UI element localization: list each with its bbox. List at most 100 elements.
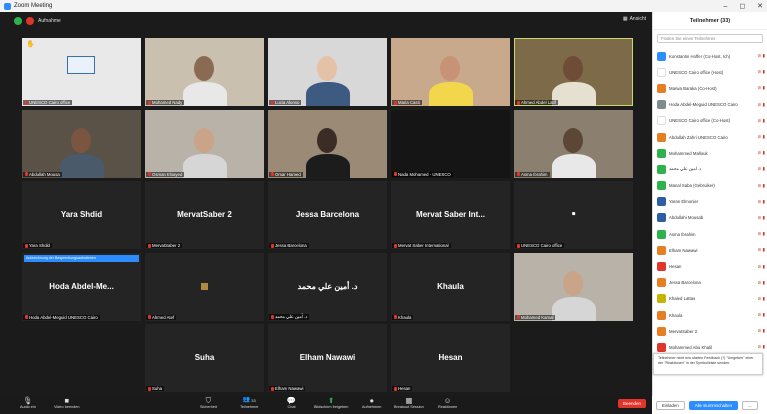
name-tile[interactable]: ■ UNESCO Cairo office (514, 181, 633, 249)
participant-row[interactable]: Konstantin Hoffer (Co-Host, Ich) ⊘ ▮ (653, 48, 767, 64)
participant-row[interactable]: Hoda Abdel-Meguid UNESCO Cairo ⊘ ▮ (653, 97, 767, 113)
video-button[interactable]: ■ Video beenden (54, 396, 79, 409)
chat-button[interactable]: 💬 Chat (287, 396, 296, 409)
video-tile[interactable]: Asma Ibrahim (514, 109, 633, 178)
recording-icon (26, 17, 34, 25)
muted-camera-icon: ⊘ ▮ (757, 279, 766, 285)
reactions-button[interactable]: ☺ Reaktionen (438, 396, 457, 409)
audio-button[interactable]: 🎙 Audio ein (20, 396, 36, 409)
participant-avatar (657, 132, 666, 142)
muted-mic-icon (517, 100, 520, 105)
video-tile[interactable]: Mohamed Nady (145, 38, 264, 106)
participants-icon: 👥 33 (242, 397, 256, 403)
video-tile[interactable]: ✋ UNESCO Cairo office (22, 38, 141, 106)
muted-mic-icon (148, 243, 151, 248)
video-tile[interactable]: Abdullah Mousa (22, 109, 141, 178)
minimize-button[interactable]: – (723, 3, 727, 10)
muted-mic-icon (517, 172, 520, 176)
participant-avatar (657, 213, 666, 223)
participant-row[interactable]: Manal Saba (Gebruiker) ⊘ ▮ (653, 178, 767, 194)
participant-display-name: Mervat Saber Int... (416, 210, 485, 220)
maximize-button[interactable]: ◻ (739, 2, 745, 10)
breakout-rooms-icon: ▦ (405, 396, 413, 405)
share-screen-button[interactable]: ⬆ Bildschirm freigeben (314, 396, 348, 409)
grid-view-icon: ▦ (622, 16, 628, 22)
view-toggle-button[interactable]: ▦ Ansicht (623, 16, 646, 22)
meeting-status-bar: Aufnahme (0, 12, 652, 30)
participant-search-input[interactable]: Finden Sie einen Teilnehmer (657, 34, 763, 43)
participants-panel-footer: Einladen Alle stummschalten ... (652, 396, 767, 414)
name-tile[interactable]: Ahmed Atef (145, 252, 264, 321)
video-tile[interactable]: Lucia Alonso (268, 38, 387, 106)
participant-row[interactable]: MervatSaber 2 ⊘ ▮ (653, 323, 767, 339)
security-shield-icon[interactable] (14, 17, 22, 25)
participant-avatar (657, 181, 666, 191)
participant-name: Hoda Abdel-Meguid UNESCO Cairo (29, 314, 98, 320)
participant-row-name: د. أمين علي محمد (669, 166, 702, 172)
participant-name: Mervat Saber International (398, 243, 449, 248)
muted-mic-icon (394, 315, 397, 319)
participant-avatar (657, 116, 666, 126)
name-tile[interactable]: Mervat Saber Int... Mervat Saber Internat… (391, 181, 510, 249)
muted-camera-icon: ⊘ ▮ (757, 328, 766, 334)
record-button[interactable]: ● Aufnehmen (362, 396, 381, 409)
muted-mic-icon (271, 172, 274, 176)
name-tile[interactable]: Suha Suha (145, 324, 264, 392)
close-button[interactable]: ✕ (757, 2, 763, 10)
mute-all-button[interactable]: Alle stummschalten (688, 400, 738, 410)
participant-row[interactable]: Marwa Baraka (Co-Host) ⊘ ▮ (653, 80, 767, 96)
name-tile[interactable]: Yara Shdid Yara Shdid (22, 181, 141, 249)
participant-row-name: Marwa Baraka (Co-Host) (669, 85, 717, 91)
participant-row[interactable]: Elham Nawawi ⊘ ▮ (653, 242, 767, 258)
participant-row[interactable]: Khaled Lattas ⊘ ▮ (653, 291, 767, 307)
name-tile[interactable]: Hesan Hesan (391, 324, 510, 392)
participant-display-name: د. أمين علي محمد (297, 281, 358, 291)
end-meeting-button[interactable]: Beenden (617, 399, 646, 408)
participant-avatar (657, 262, 666, 272)
zoom-logo-icon (4, 2, 11, 10)
participant-name: MervatSaber 2 (152, 243, 181, 248)
security-button[interactable]: ⛉ Sicherheit (200, 396, 217, 409)
name-tile[interactable]: Jessa Barcelona Jessa Barcelona (268, 181, 387, 249)
video-label: Video beenden (54, 405, 80, 409)
muted-mic-icon (25, 172, 28, 176)
participant-row[interactable]: UNESCO Cairo office (Host) ⊘ ▮ (653, 64, 767, 80)
participant-name-label: Yara Shdid (23, 243, 52, 248)
name-tile[interactable]: Hoda Abdel-Me... Aufzeichnung der Besprec… (22, 252, 141, 321)
muted-camera-icon: ⊘ ▮ (757, 134, 766, 140)
muted-mic-icon (517, 315, 520, 319)
video-tile[interactable]: Nada Mohamed - UNESCO (391, 109, 510, 178)
participant-row[interactable]: Jessa Barcelona ⊘ ▮ (653, 275, 767, 291)
participants-button[interactable]: 👥 33 Teilnehmer (240, 396, 259, 409)
muted-camera-icon: ⊘ ▮ (757, 117, 766, 123)
name-tile[interactable]: MervatSaber 2 MervatSaber 2 (145, 181, 264, 249)
participant-row[interactable]: Hesan ⊘ ▮ (653, 258, 767, 274)
video-tile[interactable]: Osman Elsayed (145, 109, 264, 178)
participant-avatar (657, 294, 666, 304)
participant-name: Ahmed Abdel Latif (521, 100, 556, 105)
name-tile[interactable]: Elham Nawawi Elham Nawawi (268, 324, 387, 392)
participant-row[interactable]: د. أمين علي محمد ⊘ ▮ (653, 161, 767, 177)
invite-button[interactable]: Einladen (656, 400, 685, 410)
video-tile[interactable]: Maria Casti (391, 38, 510, 106)
breakout-button[interactable]: ▦ Breakout Session (394, 396, 424, 409)
muted-mic-icon (148, 100, 151, 105)
video-tile[interactable]: Mohamed Kamal (514, 252, 633, 321)
participant-row[interactable]: Mohammed Mallouk ⊘ ▮ (653, 145, 767, 161)
participant-row[interactable]: Asma Ibrahim ⊘ ▮ (653, 226, 767, 242)
video-tile[interactable]: Ahmed Abdel Latif (514, 38, 633, 106)
participant-row[interactable]: Khaula ⊘ ▮ (653, 307, 767, 323)
video-tile[interactable]: Omar Hamed (268, 109, 387, 178)
muted-mic-icon (517, 243, 520, 248)
participant-row[interactable]: Yaran Elmonier ⊘ ▮ (653, 194, 767, 210)
participant-row[interactable]: Abdullah Zahri UNESCO Cairo ⊘ ▮ (653, 129, 767, 145)
muted-mic-icon (394, 386, 397, 391)
participant-display-name: Jessa Barcelona (295, 210, 360, 220)
name-tile[interactable]: د. أمين علي محمد د. أمين علي محمد (268, 252, 387, 321)
more-options-button[interactable]: ... (742, 400, 758, 410)
name-tile[interactable]: Khaula Khaula (391, 252, 510, 321)
participant-name: Asma Ibrahim (521, 171, 548, 177)
participant-row[interactable]: Abdullahi Mousab ⊘ ▮ (653, 210, 767, 226)
participant-row[interactable]: UNESCO Cairo office (Co-Host) ⊘ ▮ (653, 113, 767, 129)
participant-row-name: Jessa Barcelona (669, 280, 701, 286)
